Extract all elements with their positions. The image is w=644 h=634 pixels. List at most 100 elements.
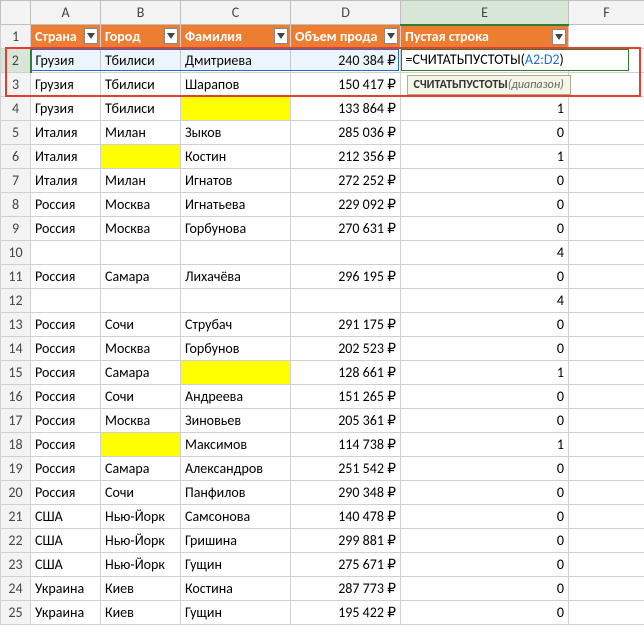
cell-A12[interactable]	[31, 289, 101, 313]
cell-C4[interactable]	[181, 97, 291, 121]
cell-D2[interactable]: 240 384 ₽	[291, 49, 401, 73]
cell-F16[interactable]	[569, 385, 644, 409]
cell-C8[interactable]: Игнатьева	[181, 193, 291, 217]
cell-F5[interactable]	[569, 121, 644, 145]
cell-E5[interactable]: 0	[401, 121, 569, 145]
cell-B4[interactable]: Тбилиси	[101, 97, 181, 121]
row-header[interactable]: 11	[1, 265, 31, 289]
row-header[interactable]: 21	[1, 505, 31, 529]
header-empty[interactable]: Пустая строка	[401, 25, 569, 49]
col-header-B[interactable]: B	[101, 1, 181, 25]
active-cell-editor[interactable]: =СЧИТАТЬПУСТОТЫ(A2:D2)	[401, 49, 629, 71]
filter-button[interactable]	[84, 28, 98, 44]
cell-F20[interactable]	[569, 481, 644, 505]
cell-B7[interactable]: Милан	[101, 169, 181, 193]
cell-E11[interactable]: 0	[401, 265, 569, 289]
filter-button[interactable]	[552, 29, 566, 45]
cell-A4[interactable]: Грузия	[31, 97, 101, 121]
cell-D10[interactable]	[291, 241, 401, 265]
cell-E9[interactable]: 0	[401, 217, 569, 241]
cell-A23[interactable]: США	[31, 553, 101, 577]
cell-A22[interactable]: США	[31, 529, 101, 553]
row-header[interactable]: 13	[1, 313, 31, 337]
cell-E8[interactable]: 0	[401, 193, 569, 217]
cell-C23[interactable]: Гущин	[181, 553, 291, 577]
cell-B18[interactable]	[101, 433, 181, 457]
cell-C13[interactable]: Струбач	[181, 313, 291, 337]
cell-C20[interactable]: Панфилов	[181, 481, 291, 505]
cell-F10[interactable]	[569, 241, 644, 265]
cell-B8[interactable]: Москва	[101, 193, 181, 217]
cell-D5[interactable]: 285 036 ₽	[291, 121, 401, 145]
cell-A7[interactable]: Италия	[31, 169, 101, 193]
cell-E25[interactable]: 0	[401, 601, 569, 625]
cell-D25[interactable]: 195 422 ₽	[291, 601, 401, 625]
cell-F19[interactable]	[569, 457, 644, 481]
row-header[interactable]: 2	[1, 49, 31, 73]
cell-D24[interactable]: 287 773 ₽	[291, 577, 401, 601]
cell-B21[interactable]: Нью-Йорк	[101, 505, 181, 529]
cell-D18[interactable]: 114 738 ₽	[291, 433, 401, 457]
cell-C9[interactable]: Горбунова	[181, 217, 291, 241]
cell-B12[interactable]	[101, 289, 181, 313]
cell-E20[interactable]: 0	[401, 481, 569, 505]
cell-C3[interactable]: Шарапов	[181, 73, 291, 97]
cell-A16[interactable]: Россия	[31, 385, 101, 409]
cell-E14[interactable]: 0	[401, 337, 569, 361]
cell-B24[interactable]: Киев	[101, 577, 181, 601]
row-header[interactable]: 10	[1, 241, 31, 265]
cell-C22[interactable]: Гришина	[181, 529, 291, 553]
cell-B22[interactable]: Нью-Йорк	[101, 529, 181, 553]
cell-A14[interactable]: Россия	[31, 337, 101, 361]
cell-D21[interactable]: 140 478 ₽	[291, 505, 401, 529]
cell-D8[interactable]: 229 092 ₽	[291, 193, 401, 217]
cell-B10[interactable]	[101, 241, 181, 265]
cell-B2[interactable]: Тбилиси	[101, 49, 181, 73]
cell-F4[interactable]	[569, 97, 644, 121]
cell-D6[interactable]: 212 356 ₽	[291, 145, 401, 169]
row-header[interactable]: 20	[1, 481, 31, 505]
cell-F21[interactable]	[569, 505, 644, 529]
row-header[interactable]: 22	[1, 529, 31, 553]
cell-A20[interactable]: Россия	[31, 481, 101, 505]
cell-E21[interactable]: 0	[401, 505, 569, 529]
cell-F1[interactable]	[569, 25, 644, 49]
cell-D19[interactable]: 251 542 ₽	[291, 457, 401, 481]
cell-D9[interactable]: 270 631 ₽	[291, 217, 401, 241]
cell-F18[interactable]	[569, 433, 644, 457]
cell-C6[interactable]: Костин	[181, 145, 291, 169]
cell-A18[interactable]: Россия	[31, 433, 101, 457]
row-header[interactable]: 15	[1, 361, 31, 385]
cell-B23[interactable]: Нью-Йорк	[101, 553, 181, 577]
cell-F7[interactable]	[569, 169, 644, 193]
cell-A6[interactable]: Италия	[31, 145, 101, 169]
cell-A10[interactable]	[31, 241, 101, 265]
header-city[interactable]: Город	[101, 25, 181, 49]
cell-F13[interactable]	[569, 313, 644, 337]
cell-B5[interactable]: Милан	[101, 121, 181, 145]
cell-E18[interactable]: 1	[401, 433, 569, 457]
cell-C24[interactable]: Костина	[181, 577, 291, 601]
cell-E24[interactable]: 0	[401, 577, 569, 601]
cell-F23[interactable]	[569, 553, 644, 577]
row-header[interactable]: 4	[1, 97, 31, 121]
cell-C15[interactable]	[181, 361, 291, 385]
row-header[interactable]: 14	[1, 337, 31, 361]
cell-F22[interactable]	[569, 529, 644, 553]
cell-E19[interactable]: 0	[401, 457, 569, 481]
cell-D17[interactable]: 205 361 ₽	[291, 409, 401, 433]
row-header[interactable]: 17	[1, 409, 31, 433]
row-header[interactable]: 5	[1, 121, 31, 145]
cell-A21[interactable]: США	[31, 505, 101, 529]
cell-E10[interactable]: 4	[401, 241, 569, 265]
header-sales[interactable]: Объем прода	[291, 25, 401, 49]
cell-F9[interactable]	[569, 217, 644, 241]
cell-D20[interactable]: 290 348 ₽	[291, 481, 401, 505]
row-header[interactable]: 18	[1, 433, 31, 457]
col-header-F[interactable]: F	[569, 1, 644, 25]
cell-B20[interactable]: Сочи	[101, 481, 181, 505]
cell-E4[interactable]: 1	[401, 97, 569, 121]
cell-F11[interactable]	[569, 265, 644, 289]
cell-B3[interactable]: Тбилиси	[101, 73, 181, 97]
cell-C11[interactable]: Лихачёва	[181, 265, 291, 289]
